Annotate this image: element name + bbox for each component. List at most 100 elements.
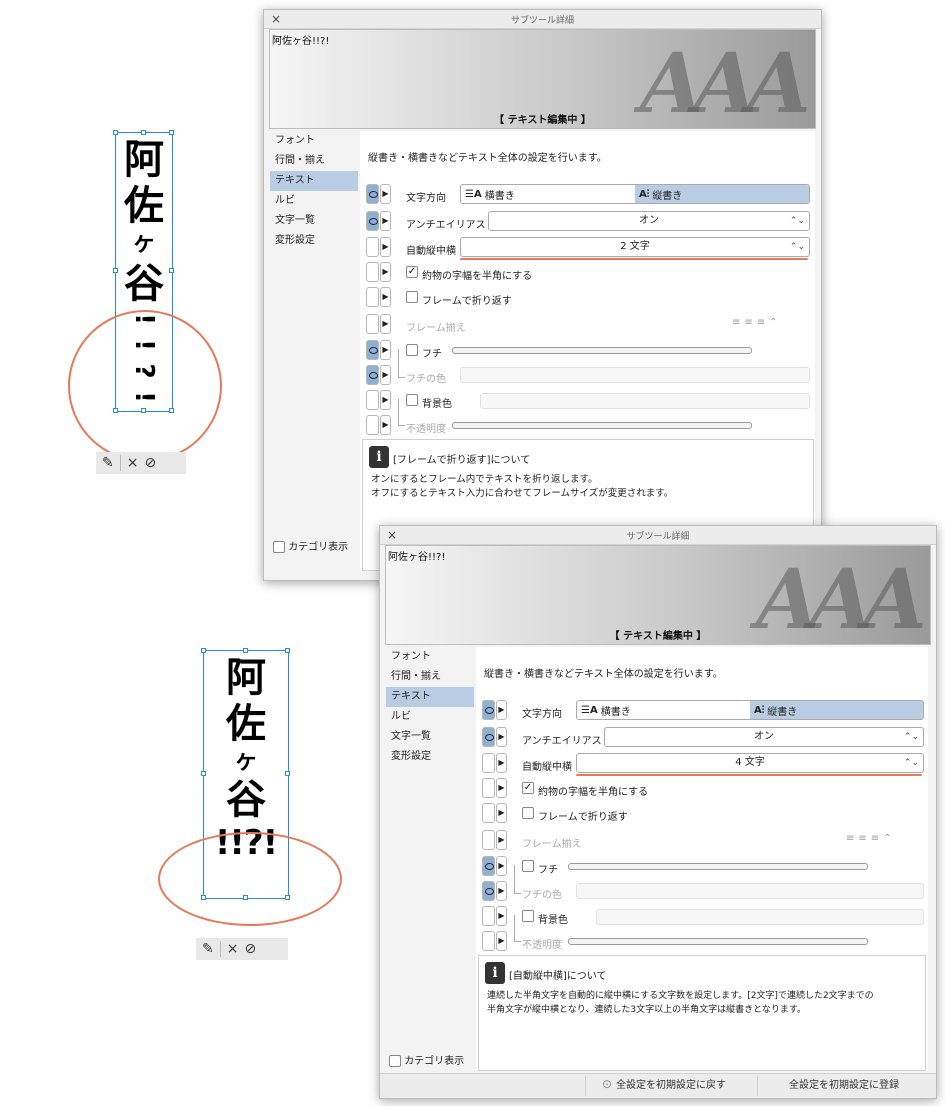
direction-horizontal[interactable]: ☰A 横書き (461, 185, 635, 203)
antialias-value: オン (639, 215, 659, 226)
category-char-list[interactable]: 文字一覧 (386, 727, 474, 747)
eye-icon[interactable] (366, 211, 379, 231)
reset-all-button[interactable]: 全設定を初期設定に戻す (585, 1076, 756, 1096)
bg-checkbox[interactable] (522, 910, 534, 922)
halfwidth-checkbox[interactable]: ✓ (406, 266, 418, 278)
pencil-icon[interactable]: ✎ (202, 938, 214, 960)
pencil-icon[interactable]: ✎ (102, 452, 114, 474)
cancel-icon[interactable]: × (127, 452, 139, 474)
opacity-slider[interactable] (452, 422, 752, 429)
eye-icon[interactable] (366, 237, 379, 257)
eye-icon[interactable] (482, 778, 495, 798)
eye-icon[interactable] (482, 830, 495, 850)
halfwidth-checkbox[interactable]: ✓ (522, 782, 534, 794)
antialias-select[interactable]: オン ⌃⌄ (604, 727, 924, 747)
category-text[interactable]: テキスト (386, 687, 474, 707)
category-spacing[interactable]: 行間・揃え (386, 667, 474, 687)
direction-toggle[interactable]: ☰A 横書き A⫶ 縦書き (576, 700, 924, 720)
expand-arrow-icon[interactable]: ▶ (380, 211, 391, 231)
eye-icon[interactable] (482, 906, 495, 926)
expand-arrow-icon[interactable]: ▶ (380, 237, 391, 257)
edge-checkbox[interactable] (406, 344, 418, 356)
eye-icon[interactable] (482, 753, 495, 773)
category-text[interactable]: テキスト (270, 171, 358, 191)
direction-vertical[interactable]: A⫶ 縦書き (635, 185, 809, 203)
expand-arrow-icon[interactable]: ▶ (496, 830, 507, 850)
edge-checkbox[interactable] (522, 860, 534, 872)
expand-arrow-icon[interactable]: ▶ (496, 856, 507, 876)
eye-icon[interactable] (366, 340, 379, 360)
register-all-button[interactable]: 全設定を初期設定に登録 (757, 1076, 930, 1096)
category-transform[interactable]: 変形設定 (270, 231, 358, 251)
category-spacing[interactable]: 行間・揃え (270, 151, 358, 171)
category-font[interactable]: フォント (270, 131, 358, 151)
category-show-toggle[interactable]: カテゴリ表示 (273, 538, 348, 553)
expand-arrow-icon[interactable]: ▶ (380, 390, 391, 410)
frame-handle[interactable] (243, 648, 248, 653)
antialias-select[interactable]: オン ⌃⌄ (488, 211, 810, 231)
expand-arrow-icon[interactable]: ▶ (496, 753, 507, 773)
tcy-select[interactable]: 4 文字 ⌃⌄ (576, 753, 924, 773)
opacity-slider[interactable] (568, 938, 868, 945)
eye-icon[interactable] (482, 931, 495, 951)
wrap-checkbox[interactable] (406, 291, 418, 303)
eye-icon[interactable] (482, 727, 495, 747)
checkbox[interactable] (273, 541, 285, 553)
divider (219, 941, 221, 957)
direction-vertical[interactable]: A⫶ 縦書き (750, 701, 923, 719)
frame-handle[interactable] (201, 648, 206, 653)
category-ruby[interactable]: ルビ (270, 191, 358, 211)
frame-handle[interactable] (113, 130, 118, 135)
expand-arrow-icon[interactable]: ▶ (496, 778, 507, 798)
expand-arrow-icon[interactable]: ▶ (380, 314, 391, 334)
bg-color-swatch[interactable] (480, 393, 810, 409)
frame-handle[interactable] (141, 130, 146, 135)
expand-arrow-icon[interactable]: ▶ (496, 881, 507, 901)
edge-color-swatch[interactable] (576, 883, 924, 899)
eye-icon[interactable] (482, 856, 495, 876)
eye-icon[interactable] (366, 365, 379, 385)
expand-arrow-icon[interactable]: ▶ (380, 340, 391, 360)
eye-icon[interactable] (366, 184, 379, 204)
confirm-icon[interactable]: ⊘ (144, 452, 156, 474)
eye-icon[interactable] (366, 415, 379, 435)
edge-color-swatch[interactable] (460, 367, 810, 383)
category-font[interactable]: フォント (386, 647, 474, 667)
direction-horizontal[interactable]: ☰A 横書き (577, 701, 750, 719)
tcy-select[interactable]: 2 文字 ⌃⌄ (460, 237, 810, 257)
eye-icon[interactable] (366, 287, 379, 307)
eye-icon[interactable] (482, 803, 495, 823)
align-icons[interactable]: ≡≡≡⌃ (732, 317, 782, 328)
direction-toggle[interactable]: ☰A 横書き A⫶ 縦書き (460, 184, 810, 204)
category-transform[interactable]: 変形設定 (386, 747, 474, 767)
expand-arrow-icon[interactable]: ▶ (496, 803, 507, 823)
eye-icon[interactable] (482, 700, 495, 720)
expand-arrow-icon[interactable]: ▶ (380, 365, 391, 385)
frame-handle[interactable] (169, 130, 174, 135)
expand-arrow-icon[interactable]: ▶ (380, 262, 391, 282)
cancel-icon[interactable]: × (227, 938, 239, 960)
expand-arrow-icon[interactable]: ▶ (380, 287, 391, 307)
confirm-icon[interactable]: ⊘ (244, 938, 256, 960)
category-show-toggle[interactable]: カテゴリ表示 (389, 1052, 464, 1067)
category-ruby[interactable]: ルビ (386, 707, 474, 727)
eye-icon[interactable] (482, 881, 495, 901)
edge-slider[interactable] (568, 863, 868, 870)
bg-checkbox[interactable] (406, 394, 418, 406)
frame-handle[interactable] (285, 648, 290, 653)
expand-arrow-icon[interactable]: ▶ (496, 906, 507, 926)
expand-arrow-icon[interactable]: ▶ (380, 184, 391, 204)
expand-arrow-icon[interactable]: ▶ (496, 727, 507, 747)
expand-arrow-icon[interactable]: ▶ (496, 931, 507, 951)
eye-icon[interactable] (366, 262, 379, 282)
expand-arrow-icon[interactable]: ▶ (496, 700, 507, 720)
wrap-checkbox[interactable] (522, 807, 534, 819)
category-char-list[interactable]: 文字一覧 (270, 211, 358, 231)
align-icons[interactable]: ≡≡≡⌃ (846, 833, 896, 844)
bg-color-swatch[interactable] (596, 909, 924, 925)
eye-icon[interactable] (366, 390, 379, 410)
checkbox[interactable] (389, 1055, 401, 1067)
expand-arrow-icon[interactable]: ▶ (380, 415, 391, 435)
edge-slider[interactable] (452, 347, 752, 354)
eye-icon[interactable] (366, 314, 379, 334)
